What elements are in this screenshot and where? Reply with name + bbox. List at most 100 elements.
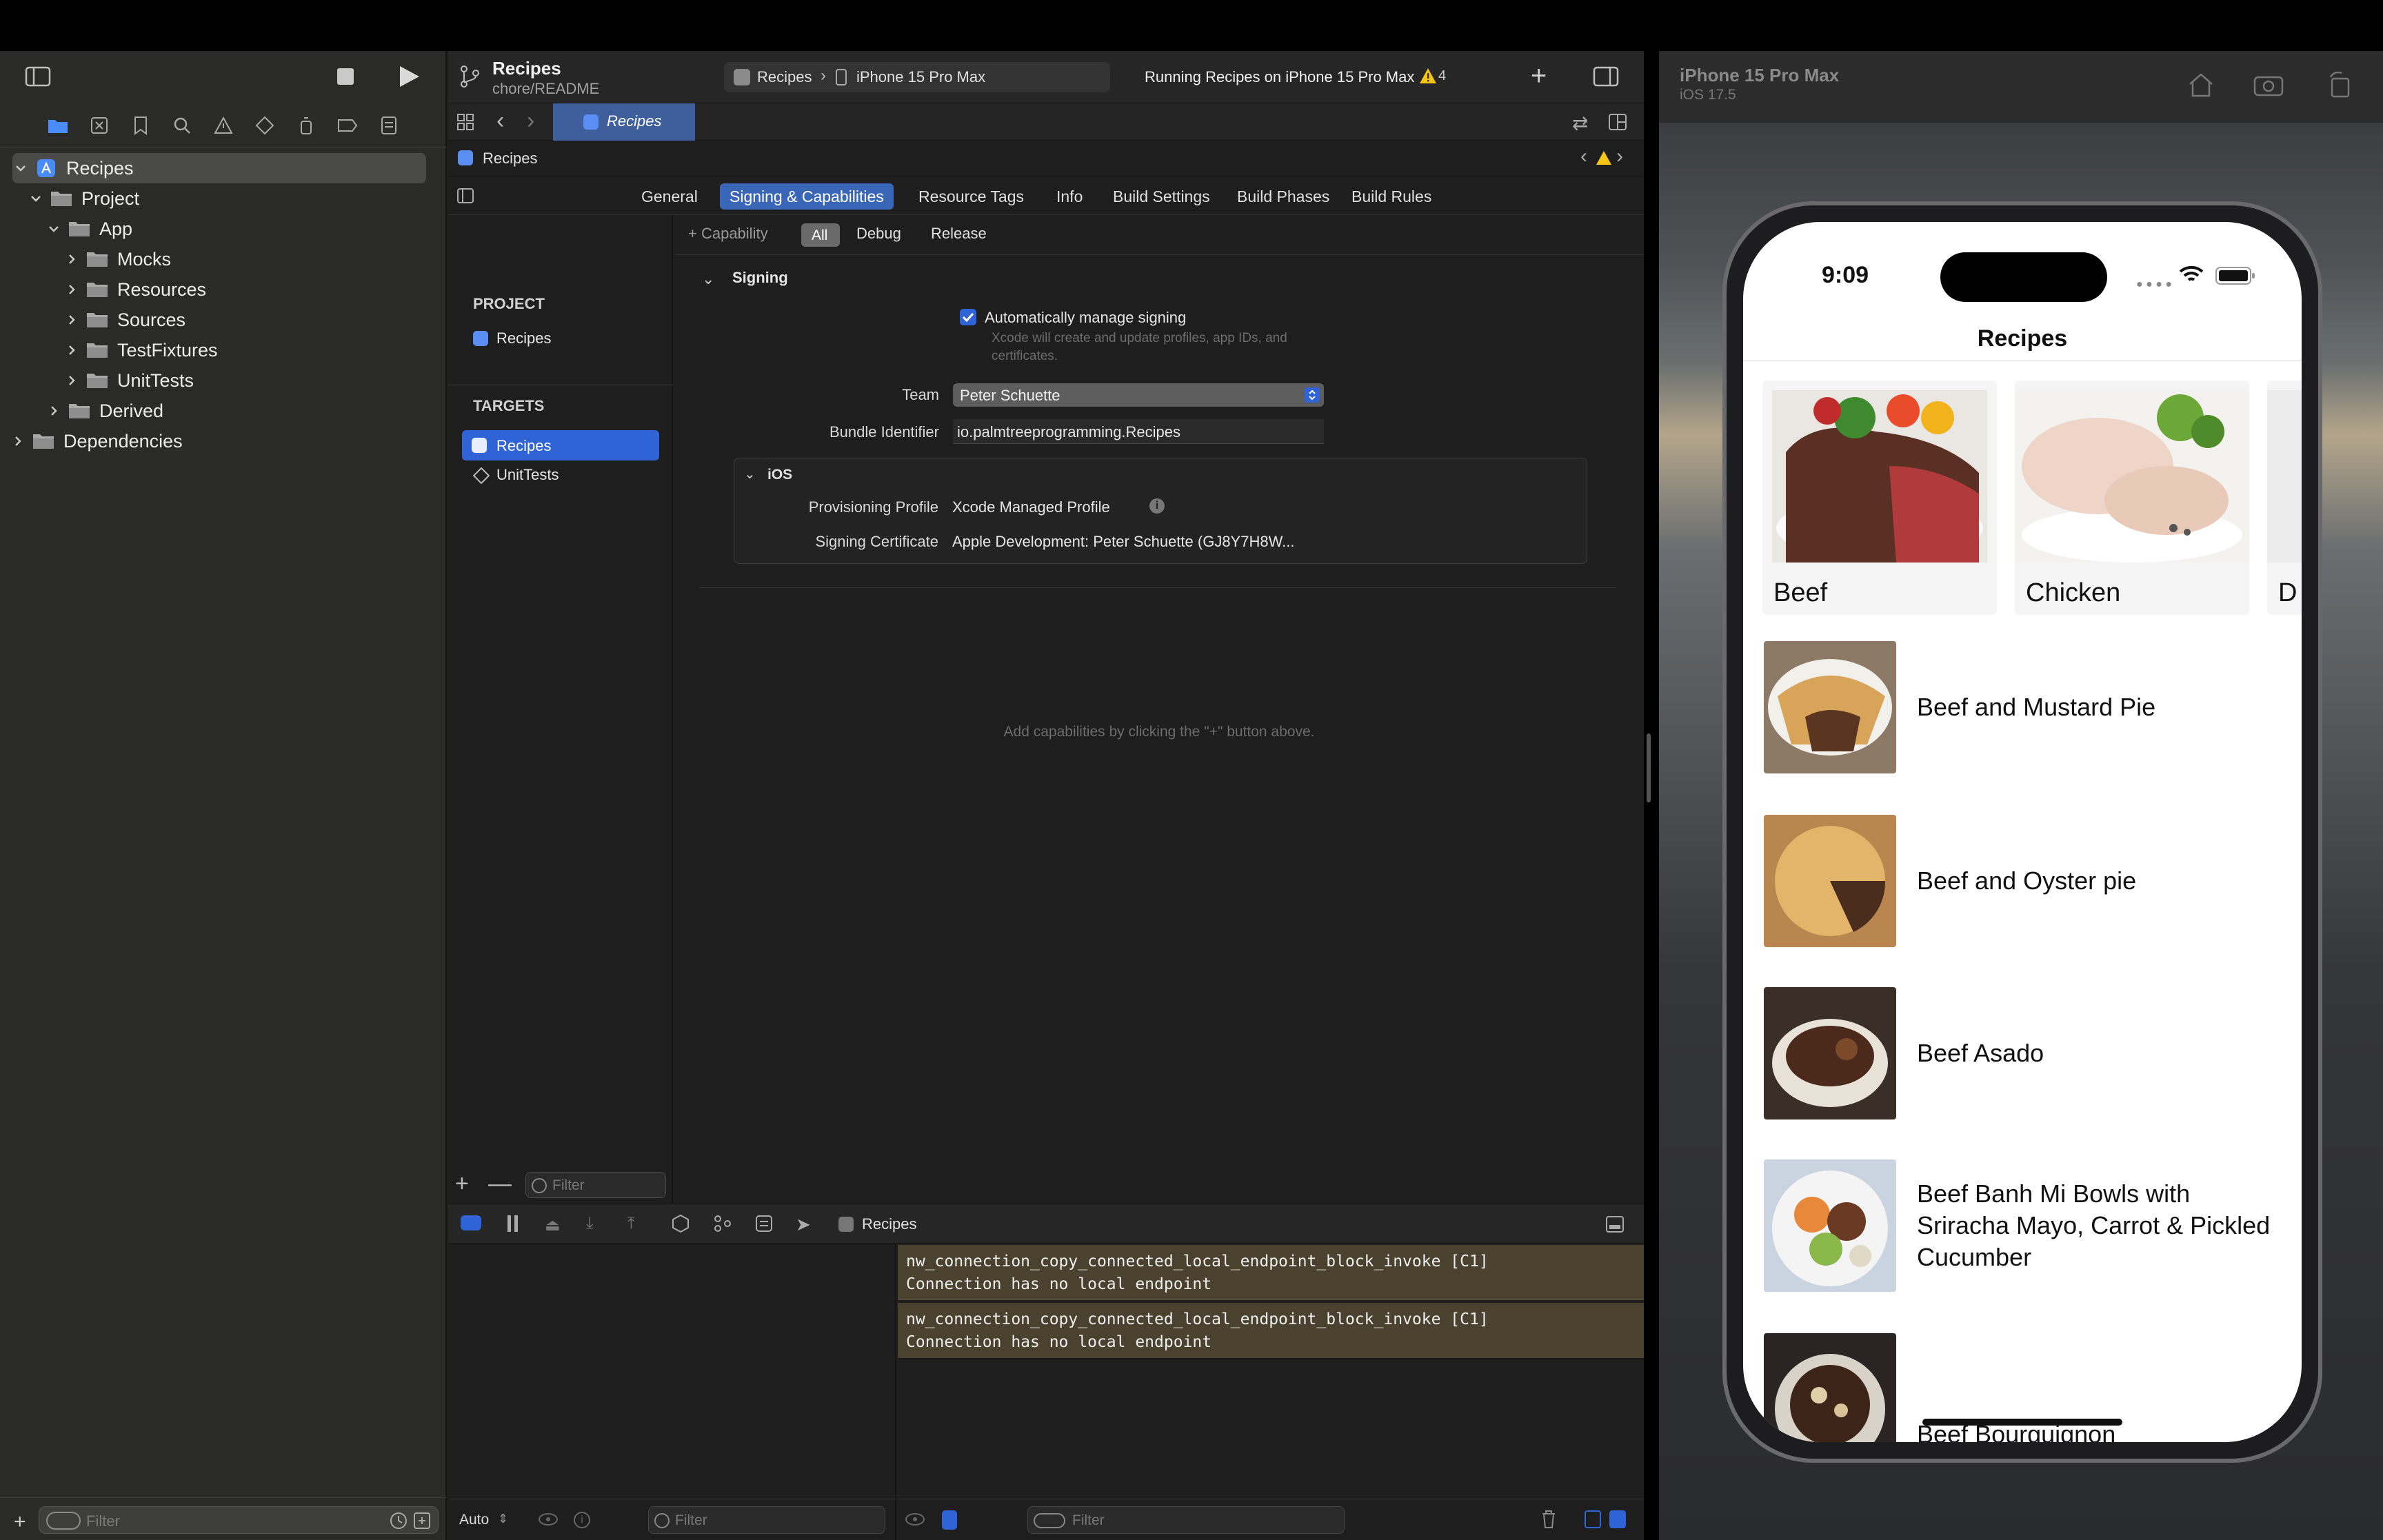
inspector-toggle-icon[interactable] [1593,66,1619,87]
bundle-identifier-field[interactable]: io.palmtreeprogramming.Recipes [953,419,1324,444]
breakpoint-icon[interactable] [335,113,360,138]
scheme-name[interactable]: Recipes [757,68,812,86]
step-over-icon[interactable]: ⏏ [545,1215,561,1235]
navigator-item[interactable]: Project [0,183,441,214]
breakpoints-toggle-icon[interactable] [461,1215,481,1230]
chevron-right-icon[interactable] [63,372,80,389]
targets-sidebar-toggle-icon[interactable] [456,188,474,204]
category-card-chicken[interactable]: Chicken [2015,381,2249,615]
process-name[interactable]: Recipes [862,1215,916,1233]
filter-release[interactable]: Release [931,225,987,243]
chevron-right-icon[interactable] [46,403,62,419]
run-icon[interactable] [399,65,421,88]
warning-count[interactable]: 4 [1438,68,1446,84]
branch-name[interactable]: chore/README [492,80,599,98]
sidebar-toggle-icon[interactable] [25,66,51,87]
back-icon[interactable]: ‹ [496,109,504,132]
warning-icon[interactable] [1596,150,1612,165]
navigator-item[interactable]: Sources [0,305,441,335]
pause-icon[interactable] [506,1214,520,1233]
target-row-unittests[interactable]: UnitTests [496,466,559,484]
memory-graph-icon[interactable] [713,1214,732,1233]
navigator-item[interactable]: UnitTests [0,365,441,396]
category-card-beef[interactable]: Beef [1762,381,1997,615]
debug-spray-icon[interactable] [294,113,319,138]
screenshot-icon[interactable] [2253,73,2284,97]
folder-icon[interactable] [46,113,70,138]
swap-icon[interactable]: ⇄ [1572,112,1588,134]
chevron-down-icon[interactable] [28,190,44,207]
recipe-row[interactable]: Beef Asado [1764,987,2288,1119]
tab-resource-tags[interactable]: Resource Tags [909,183,1034,210]
eye-icon[interactable] [905,1512,925,1527]
recipe-row[interactable]: Beef Bourguignon [1764,1333,2288,1442]
chevron-right-icon[interactable] [63,342,80,358]
splitter-handle[interactable] [1647,733,1651,802]
location-icon[interactable]: ➤ [796,1214,811,1235]
filter-debug[interactable]: Debug [856,225,901,243]
navigator-filter-field[interactable]: Filter [39,1506,439,1534]
forward-icon[interactable]: › [527,109,534,132]
jumpbar-label[interactable]: Recipes [483,150,537,168]
hide-debug-area-icon[interactable] [1605,1215,1625,1233]
home-icon[interactable] [2187,72,2215,98]
report-icon[interactable] [376,113,401,138]
add-icon[interactable]: + [1531,62,1547,90]
rotate-icon[interactable] [2328,72,2353,98]
recipe-row[interactable]: Beef Banh Mi Bowls with Sriracha Mayo, C… [1764,1159,2288,1292]
tab-recipes[interactable]: Recipes [553,103,695,141]
navigator-item[interactable]: Resources [0,274,441,305]
stop-icon[interactable] [336,68,354,85]
auto-manage-checkbox[interactable] [960,309,976,325]
targets-filter-field[interactable]: Filter [525,1172,666,1198]
recipe-row[interactable]: Beef and Mustard Pie [1764,641,2288,773]
bookmark-icon[interactable] [128,113,153,138]
show-variables-icon[interactable] [1585,1510,1601,1528]
category-card-partial[interactable]: D [2267,381,2302,615]
team-select[interactable]: Peter Schuette [953,383,1324,407]
tab-build-phases[interactable]: Build Phases [1227,183,1339,210]
navigator-item[interactable]: Recipes [12,153,426,183]
tab-info[interactable]: Info [1047,183,1092,210]
search-icon[interactable] [170,113,194,138]
show-console-icon[interactable] [1609,1510,1626,1528]
warning-icon[interactable] [1419,68,1437,84]
step-into-icon[interactable]: ⤓ [586,1214,594,1233]
recipe-row[interactable]: Beef and Oyster pie [1764,815,2288,947]
add-target-icon[interactable]: + [455,1172,469,1195]
chevron-down-icon[interactable]: ⌄ [744,465,756,483]
grid-icon[interactable] [456,113,474,131]
source-control-icon[interactable] [87,113,112,138]
eye-icon[interactable] [538,1512,559,1527]
home-indicator[interactable] [1922,1419,2122,1426]
info-icon[interactable]: i [574,1512,590,1528]
navigator-item[interactable]: TestFixtures [0,335,441,365]
chevron-down-icon[interactable] [12,160,29,176]
chevron-down-icon[interactable]: ⌄ [702,270,714,288]
step-out-icon[interactable]: ⤒ [627,1214,635,1233]
variables-filter-field[interactable]: Filter [648,1506,885,1534]
trash-icon[interactable] [1540,1509,1557,1530]
environment-overrides-icon[interactable] [754,1214,774,1233]
filter-all[interactable]: All [801,223,840,247]
destination-name[interactable]: iPhone 15 Pro Max [856,68,985,86]
chevron-right-icon[interactable] [63,312,80,328]
tab-build-settings[interactable]: Build Settings [1103,183,1220,210]
auto-select[interactable]: Auto [459,1512,489,1528]
issue-warning-icon[interactable] [211,113,236,138]
prev-issue-icon[interactable]: ‹ [1580,145,1587,168]
chevron-right-icon[interactable] [63,281,80,298]
chevron-right-icon[interactable] [63,251,80,267]
navigator-item[interactable]: Derived [0,396,441,426]
navigator-item[interactable]: Dependencies [0,426,441,456]
tab-general[interactable]: General [632,183,707,210]
next-issue-icon[interactable]: › [1616,145,1623,168]
view-hierarchy-icon[interactable] [672,1214,690,1233]
test-diamond-icon[interactable] [252,113,277,138]
remove-target-icon[interactable]: — [488,1172,512,1195]
recent-files-icon[interactable] [390,1512,408,1530]
scm-filter-icon[interactable] [413,1512,431,1530]
console-filter-field[interactable]: Filter [1027,1506,1345,1534]
project-item[interactable]: Recipes [496,330,551,347]
tab-signing-capabilities[interactable]: Signing & Capabilities [720,183,894,210]
